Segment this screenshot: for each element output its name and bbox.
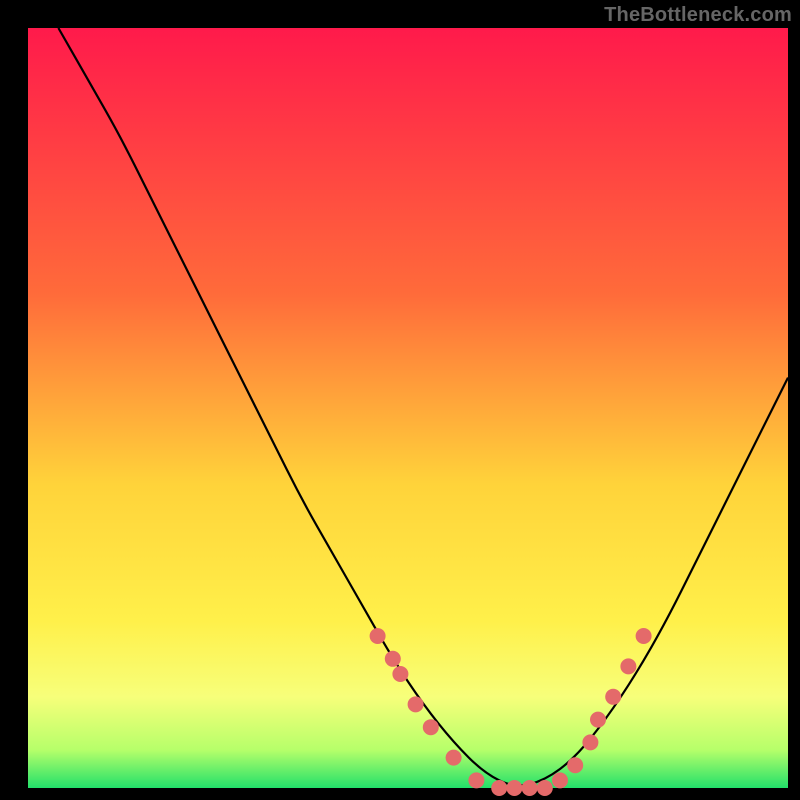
marker-dot	[408, 696, 424, 712]
marker-dot	[370, 628, 386, 644]
marker-dot	[582, 734, 598, 750]
marker-dot	[567, 757, 583, 773]
marker-dot	[392, 666, 408, 682]
chart-frame: TheBottleneck.com	[0, 0, 800, 800]
marker-dot	[522, 780, 538, 796]
marker-dot	[385, 651, 401, 667]
marker-dot	[636, 628, 652, 644]
marker-dot	[552, 772, 568, 788]
marker-dot	[590, 712, 606, 728]
marker-dot	[506, 780, 522, 796]
watermark-text: TheBottleneck.com	[604, 4, 792, 27]
marker-dot	[605, 689, 621, 705]
marker-dot	[446, 750, 462, 766]
marker-dot	[468, 772, 484, 788]
marker-dot	[620, 658, 636, 674]
marker-dot	[423, 719, 439, 735]
marker-dot	[491, 780, 507, 796]
bottleneck-chart	[0, 0, 800, 800]
marker-dot	[537, 780, 553, 796]
